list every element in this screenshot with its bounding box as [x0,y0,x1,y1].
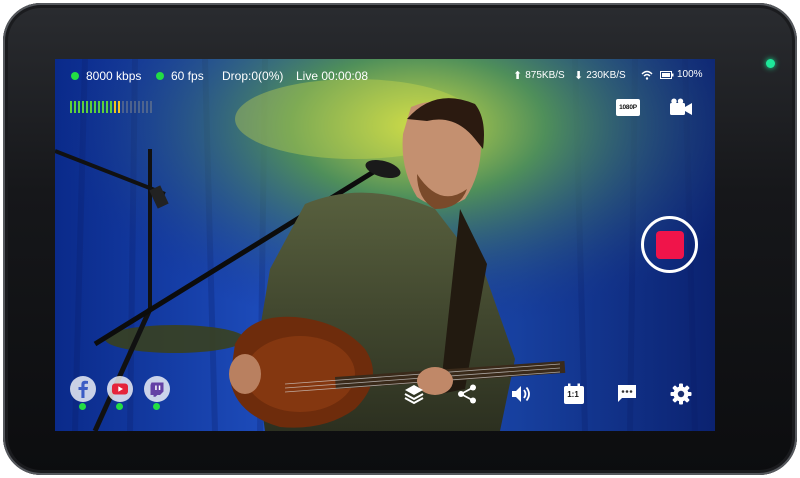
youtube-icon [112,383,128,395]
layers-button[interactable] [402,382,426,406]
audio-meter-segment [150,101,152,113]
wifi-battery-group: 100% [641,69,703,80]
status-led [766,59,775,68]
speaker-icon [512,386,530,402]
aspect-ratio-button[interactable]: 1:1 [562,382,586,406]
audio-meter-segment [82,101,84,113]
drop-counter: Drop:0(0%) [222,69,283,83]
upload-arrow-icon: ⬆ [513,70,523,82]
bitrate-status-dot [71,72,79,80]
facebook-icon [78,380,88,398]
drop-value: Drop:0(0%) [222,69,284,83]
audio-meter-segment [98,101,100,113]
audio-meter-segment [142,101,144,113]
live-timer-value: Live 00:00:08 [296,69,369,83]
video-camera-icon [670,98,692,115]
youtube-button[interactable] [107,376,133,402]
audio-meter-segment [138,101,140,113]
aspect-ratio-label: 1:1 [567,390,579,399]
twitch-live-dot [153,403,160,410]
audio-meter-segment [106,101,108,113]
share-icon [458,384,476,404]
battery-value: 100% [677,69,703,80]
chat-icon [618,385,636,402]
audio-meter-segment [110,101,112,113]
audio-level-meter [70,101,152,113]
audio-button[interactable] [509,382,533,406]
bitrate-indicator: 8000 kbps [71,69,141,83]
record-stop-button[interactable] [641,216,698,273]
audio-meter-segment [118,101,120,113]
live-timer: Live 00:00:08 [296,69,368,83]
audio-meter-segment [130,101,132,113]
gear-icon [670,383,692,405]
youtube-live-dot [116,403,123,410]
fps-status-dot [156,72,164,80]
live-preview-screen: 8000 kbps 60 fps Drop:0(0%) Live 00:00:0… [55,59,715,431]
resolution-button[interactable]: 1080P [616,99,640,116]
audio-meter-segment [78,101,80,113]
audio-meter-segment [86,101,88,113]
upload-speed-value: 875KB/S [525,70,565,81]
upload-speed: ⬆ 875KB/S [513,69,565,82]
share-button[interactable] [455,382,479,406]
fps-indicator: 60 fps [156,69,204,83]
audio-meter-segment [146,101,148,113]
camera-switch-button[interactable] [669,97,693,117]
audio-meter-segment [74,101,76,113]
layers-icon [404,385,424,405]
audio-meter-segment [134,101,136,113]
facebook-live-dot [79,403,86,410]
twitch-icon [150,382,164,397]
settings-button[interactable] [669,382,693,406]
stop-icon [655,230,684,259]
bitrate-value: 8000 kbps [86,69,142,83]
download-arrow-icon: ⬇ [574,70,584,82]
battery-icon [660,70,674,79]
comments-button[interactable] [615,382,639,406]
facebook-button[interactable] [70,376,96,402]
audio-meter-segment [90,101,92,113]
status-bar: 8000 kbps 60 fps Drop:0(0%) Live 00:00:0… [55,59,715,91]
audio-meter-segment [94,101,96,113]
audio-meter-segment [70,101,72,113]
audio-meter-segment [126,101,128,113]
audio-meter-segment [114,101,116,113]
twitch-button[interactable] [144,376,170,402]
wifi-icon [641,70,653,80]
download-speed-value: 230KB/S [586,70,626,81]
audio-meter-segment [122,101,124,113]
download-speed: ⬇ 230KB/S [574,69,626,82]
audio-meter-segment [102,101,104,113]
fps-value: 60 fps [171,69,204,83]
resolution-label: 1080P [619,104,637,111]
